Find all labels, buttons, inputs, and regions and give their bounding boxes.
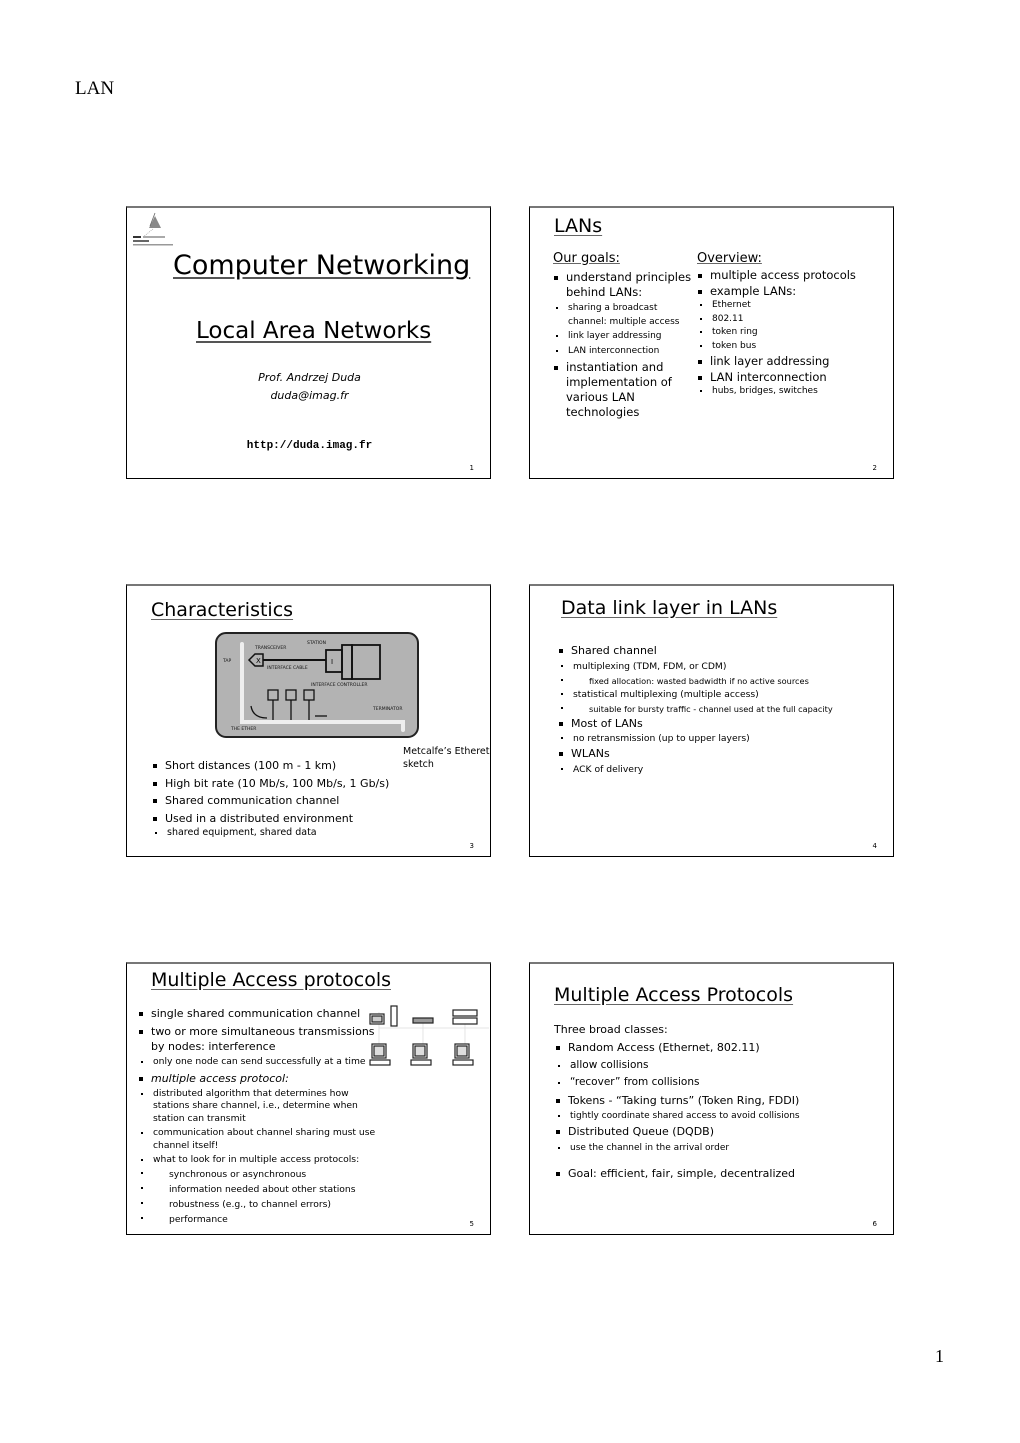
- list-subitem: communication about channel sharing must…: [137, 1127, 377, 1152]
- slide-3: Characteristics X I TRANSCEIVER STATION …: [126, 584, 491, 857]
- list-subitem: LAN interconnection: [552, 345, 692, 359]
- sketch-label: INTERFACE CABLE: [267, 665, 308, 671]
- slide-subtitle: Local Area Networks: [196, 318, 432, 344]
- homepage-url[interactable]: http://duda.imag.fr: [127, 440, 490, 452]
- bullet-list: Random Access (Ethernet, 802.11) allow c…: [554, 1039, 884, 1182]
- list-item: Distributed Queue (DQDB): [554, 1123, 884, 1141]
- sketch-label: TAP: [222, 658, 231, 664]
- list-item: understand principles behind LANs:: [552, 270, 692, 300]
- list-item: Shared communication channel: [151, 792, 431, 810]
- list-subitem: multiplexing (TDM, FDM, or CDM): [557, 660, 887, 674]
- list-subitem: token bus: [696, 340, 891, 354]
- list-subsubitem: information needed about other stations: [137, 1182, 377, 1197]
- list-subsubitem: suitable for bursty traffic - channel us…: [557, 702, 887, 716]
- list-item: link layer addressing: [696, 354, 891, 369]
- slide-title: Multiple Access protocols: [151, 969, 391, 991]
- list-subitem: tightly coordinate shared access to avoi…: [554, 1109, 884, 1123]
- list-item: instantiation and implementation of vari…: [552, 360, 692, 420]
- list-item: Used in a distributed environment: [151, 810, 431, 828]
- list-item: High bit rate (10 Mb/s, 100 Mb/s, 1 Gb/s…: [151, 775, 431, 793]
- slide-number: 5: [469, 1220, 474, 1228]
- page-number: 1: [935, 1346, 944, 1366]
- list-subitem: only one node can send successfully at a…: [137, 1056, 377, 1069]
- page-header: LAN: [75, 78, 115, 99]
- intro-text: Three broad classes:: [554, 1023, 668, 1036]
- slide-6: Multiple Access Protocols Three broad cl…: [529, 962, 894, 1235]
- list-item: Shared channel: [557, 643, 887, 660]
- slide-title: Computer Networking: [173, 250, 471, 281]
- sketch-label: TERMINATOR: [372, 706, 402, 712]
- slide-4: Data link layer in LANs Shared channel m…: [529, 584, 894, 857]
- list-subitem: no retransmission (up to upper layers): [557, 732, 887, 746]
- list-subsubitem: performance: [137, 1212, 377, 1227]
- slide-title: Characteristics: [151, 599, 294, 621]
- list-subitem: Ethernet: [696, 299, 891, 313]
- slide-number: 6: [872, 1220, 877, 1228]
- author-email[interactable]: duda@imag.fr: [127, 387, 490, 405]
- slide-number: 2: [872, 464, 877, 472]
- university-logo-icon: [133, 212, 173, 246]
- slide-2: LANs Our goals: Overview: understand pri…: [529, 206, 894, 479]
- ethernet-sketch-image: X I TRANSCEIVER STATION TAP INTERFACE CA…: [215, 632, 419, 738]
- slide-number: 3: [469, 842, 474, 850]
- list-item: Goal: efficient, fair, simple, decentral…: [554, 1165, 884, 1183]
- list-subitem: “recover” from collisions: [554, 1074, 884, 1092]
- sketch-label: THE ETHER: [230, 726, 256, 732]
- list-subsubitem: robustness (e.g., to channel errors): [137, 1197, 377, 1212]
- list-subitem: ACK of delivery: [557, 763, 887, 777]
- bullet-list: Short distances (100 m - 1 km) High bit …: [151, 757, 431, 840]
- list-item: multiple access protocols: [696, 268, 891, 283]
- list-subitem: statistical multiplexing (multiple acces…: [557, 688, 887, 702]
- list-item: WLANs: [557, 746, 887, 763]
- list-subitem: shared equipment, shared data: [151, 827, 431, 840]
- slide-title: LANs: [554, 215, 603, 237]
- list-subitem: link layer addressing: [552, 330, 692, 344]
- goals-heading: Our goals:: [553, 251, 620, 266]
- list-subitem: distributed algorithm that determines ho…: [137, 1088, 377, 1126]
- list-item: Random Access (Ethernet, 802.11): [554, 1039, 884, 1057]
- sketch-label: INTERFACE CONTROLLER: [311, 682, 367, 688]
- list-subitem: hubs, bridges, switches: [696, 385, 891, 399]
- goals-list: understand principles behind LANs: shari…: [552, 270, 692, 420]
- shared-bus-network-diagram: [369, 1005, 489, 1066]
- bullet-list: Shared channel multiplexing (TDM, FDM, o…: [557, 643, 887, 777]
- author-block: Prof. Andrzej Duda duda@imag.fr: [127, 369, 490, 405]
- list-item: example LANs:: [696, 284, 891, 299]
- list-subitem: what to look for in multiple access prot…: [137, 1154, 377, 1167]
- overview-list: multiple access protocols example LANs: …: [696, 268, 891, 399]
- list-item: multiple access protocol:: [137, 1071, 377, 1086]
- overview-heading: Overview:: [697, 251, 762, 266]
- svg-text:X: X: [256, 657, 261, 665]
- slide-5: Multiple Access protocols single shared …: [126, 962, 491, 1235]
- list-subitem: allow collisions: [554, 1057, 884, 1075]
- list-item: LAN interconnection: [696, 370, 891, 385]
- list-subsubitem: fixed allocation: wasted badwidth if no …: [557, 674, 887, 688]
- list-item: single shared communication channel: [137, 1006, 377, 1021]
- sketch-label: STATION: [307, 640, 326, 646]
- slide-title: Data link layer in LANs: [561, 597, 778, 619]
- list-item: Tokens - “Taking turns” (Token Ring, FDD…: [554, 1092, 884, 1110]
- list-subitem: token ring: [696, 326, 891, 340]
- list-subitem: sharing a broadcast channel: multiple ac…: [552, 302, 692, 329]
- list-subitem: use the channel in the arrival order: [554, 1141, 884, 1155]
- list-item: Most of LANs: [557, 716, 887, 733]
- slide-number: 4: [872, 842, 877, 850]
- bullet-list: single shared communication channel two …: [137, 1006, 377, 1227]
- author-name: Prof. Andrzej Duda: [258, 371, 361, 384]
- list-subitem: 802.11: [696, 313, 891, 327]
- list-item: Short distances (100 m - 1 km): [151, 757, 431, 775]
- list-subsubitem: synchronous or asynchronous: [137, 1167, 377, 1182]
- slide-number: 1: [469, 464, 474, 472]
- svg-text:I: I: [331, 658, 333, 666]
- list-item: two or more simultaneous transmissions b…: [137, 1024, 377, 1054]
- sketch-label: TRANSCEIVER: [254, 645, 286, 651]
- slide-title: Multiple Access Protocols: [554, 984, 794, 1006]
- slide-1: Computer Networking Local Area Networks …: [126, 206, 491, 479]
